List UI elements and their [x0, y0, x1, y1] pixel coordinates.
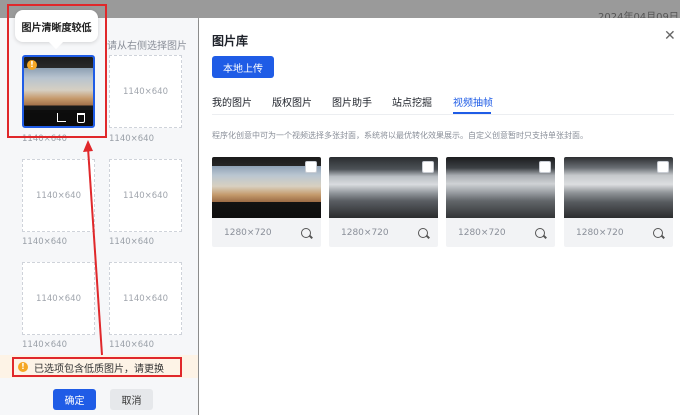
zoom-in-icon[interactable] [535, 228, 545, 238]
select-hint: 请从右侧选择图片 [107, 41, 187, 52]
tab-divider [212, 114, 674, 115]
zoom-in-icon[interactable] [301, 228, 311, 238]
confirm-button[interactable]: 确定 [53, 389, 96, 410]
description-text: 程序化创意中可为一个视频选择多张封面，系统将以最优转化效果展示。自定义创意暂时只… [212, 131, 588, 140]
video-frame-card[interactable]: 1280×720 [212, 157, 321, 247]
local-upload-button[interactable]: 本地上传 [212, 56, 274, 78]
tab-video-frames[interactable]: 视频抽帧 [453, 94, 493, 109]
close-icon[interactable]: ✕ [664, 28, 676, 44]
video-frame-card[interactable]: 1280×720 [564, 157, 673, 247]
empty-image-slot[interactable]: 1140×640 [22, 262, 95, 335]
video-frame-card[interactable]: 1280×720 [329, 157, 438, 247]
tab-my-images[interactable]: 我的图片 [212, 94, 252, 109]
delete-icon[interactable] [77, 113, 85, 123]
tab-site-mining[interactable]: 站点挖掘 [392, 94, 432, 109]
tile-caption: 1140×640 [22, 340, 67, 350]
frame-size: 1280×720 [458, 228, 506, 238]
tile-actions [24, 110, 93, 126]
zoom-in-icon[interactable] [653, 228, 663, 238]
low-quality-warning-icon: ! [27, 60, 37, 70]
video-frame-card[interactable]: 1280×720 [446, 157, 555, 247]
frame-checkbox[interactable] [305, 161, 317, 173]
empty-image-slot[interactable]: 1140×640 [109, 159, 182, 232]
empty-image-slot[interactable]: 1140×640 [22, 159, 95, 232]
frame-checkbox[interactable] [657, 161, 669, 173]
warning-text: 已选项包含低质图片，请更换 [34, 364, 164, 375]
tile-caption: 1140×640 [109, 340, 154, 350]
slot-size: 1140×640 [36, 190, 81, 201]
empty-image-slot[interactable]: 1140×640 [109, 262, 182, 335]
frame-checkbox[interactable] [539, 161, 551, 173]
frame-size: 1280×720 [341, 228, 389, 238]
active-tab-indicator [453, 112, 491, 114]
frame-size: 1280×720 [576, 228, 624, 238]
frame-size: 1280×720 [224, 228, 272, 238]
empty-image-slot[interactable]: 1140×640 [109, 55, 182, 128]
background-overlay [0, 0, 680, 20]
slot-size: 1140×640 [123, 190, 168, 201]
slot-size: 1140×640 [123, 86, 168, 97]
tab-image-assistant[interactable]: 图片助手 [332, 94, 372, 109]
tile-caption: 1140×640 [22, 237, 67, 247]
selected-image-tile[interactable]: ! [22, 55, 95, 128]
warning-icon: ! [18, 362, 28, 372]
tile-caption: 1140×640 [109, 237, 154, 247]
tile-caption: 1140×640 [109, 134, 154, 144]
low-clarity-tooltip: 图片清晰度较低 [15, 10, 98, 42]
crop-icon[interactable] [57, 113, 66, 122]
tab-copyright-images[interactable]: 版权图片 [272, 94, 312, 109]
frame-checkbox[interactable] [422, 161, 434, 173]
slot-size: 1140×640 [36, 293, 81, 304]
cancel-button[interactable]: 取消 [110, 389, 153, 410]
zoom-in-icon[interactable] [418, 228, 428, 238]
panel-title: 图片库 [212, 34, 249, 48]
tile-caption: 1140×640 [22, 134, 67, 144]
slot-size: 1140×640 [123, 293, 168, 304]
